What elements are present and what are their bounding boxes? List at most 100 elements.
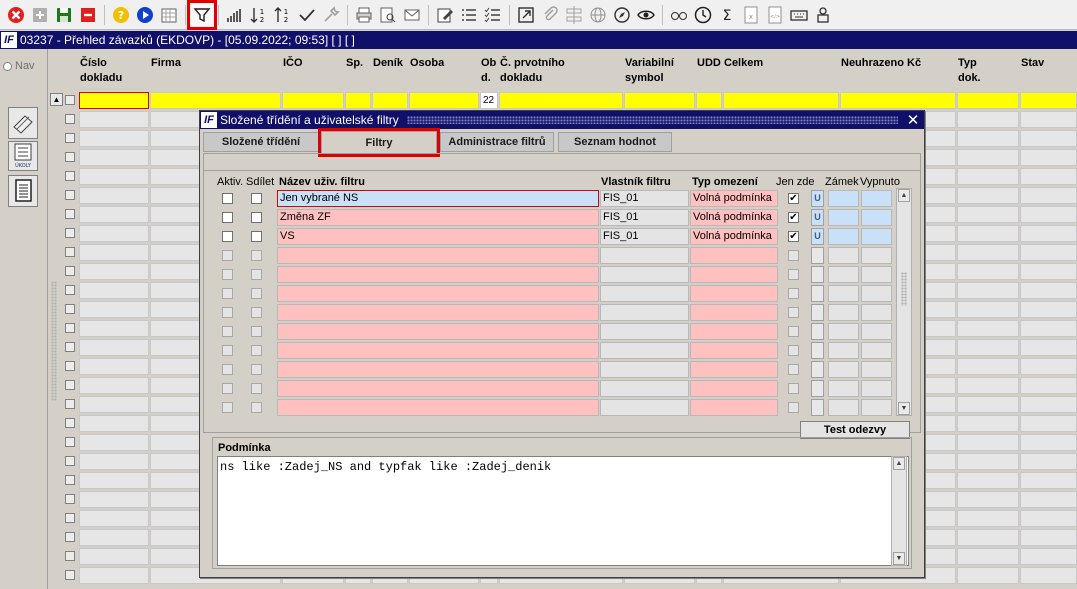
filter-type-field[interactable]	[690, 304, 778, 321]
column-header-cprvot[interactable]: Č. prvotního dokladu	[500, 56, 565, 86]
clock-button[interactable]	[692, 4, 714, 26]
aktiv-checkbox[interactable]	[222, 269, 233, 280]
row-checkbox[interactable]	[65, 456, 75, 466]
user-button[interactable]	[812, 4, 834, 26]
excel-button[interactable]: x	[740, 4, 762, 26]
column-header-stav[interactable]: Stav	[1021, 56, 1044, 71]
list-button[interactable]	[458, 4, 480, 26]
zamek-u-button[interactable]	[811, 247, 824, 264]
row-checkbox[interactable]	[65, 285, 75, 295]
filter-owner-field[interactable]	[600, 342, 689, 359]
row-checkbox[interactable]	[65, 209, 75, 219]
row-checkbox[interactable]	[65, 152, 75, 162]
row-checkbox[interactable]	[65, 171, 75, 181]
tab-administrace-filtru[interactable]: Administrace filtrů	[440, 132, 554, 152]
grid-cell-typdok[interactable]	[957, 225, 1019, 242]
sdilet-checkbox[interactable]	[251, 288, 262, 299]
vypnuto-field[interactable]	[861, 380, 892, 397]
column-header-typdok[interactable]: Typ dok.	[958, 56, 981, 86]
grid-cell-stav[interactable]	[1020, 491, 1077, 508]
grid-cell-typdok[interactable]	[957, 187, 1019, 204]
filter-owner-field[interactable]	[600, 323, 689, 340]
filter-owner-field[interactable]	[600, 266, 689, 283]
report-button[interactable]	[8, 175, 38, 207]
ukoly-button[interactable]: ÚKOLY	[8, 141, 38, 171]
grid-cell-typdok[interactable]	[957, 206, 1019, 223]
grid-cell-cislo[interactable]	[79, 453, 149, 470]
filter-type-field[interactable]	[690, 380, 778, 397]
grid-cell-cislo[interactable]	[79, 510, 149, 527]
close-button[interactable]	[5, 4, 27, 26]
zamek-u-button[interactable]	[811, 266, 824, 283]
row-checkbox[interactable]	[65, 247, 75, 257]
grid-cell-stav[interactable]	[1020, 168, 1077, 185]
grid-cell-vs[interactable]	[624, 92, 695, 109]
row-checkbox[interactable]	[65, 133, 75, 143]
row-checkbox[interactable]	[65, 513, 75, 523]
jen-zde-checkbox[interactable]	[788, 383, 799, 394]
mail-button[interactable]	[401, 4, 423, 26]
zamek-field[interactable]	[828, 285, 859, 302]
grid-cell-stav[interactable]	[1020, 187, 1077, 204]
sdilet-checkbox[interactable]	[251, 364, 262, 375]
column-header-osoba[interactable]: Osoba	[410, 56, 444, 71]
vypnuto-field[interactable]	[861, 399, 892, 416]
filter-type-field[interactable]	[690, 361, 778, 378]
grid-cell-cislo[interactable]	[79, 206, 149, 223]
column-header-celkem[interactable]: Celkem	[724, 56, 763, 71]
row-checkbox[interactable]	[65, 304, 75, 314]
grid-cell-stav[interactable]	[1020, 415, 1077, 432]
sdilet-checkbox[interactable]	[251, 402, 262, 413]
row-checkbox[interactable]	[65, 532, 75, 542]
grid-cell-stav[interactable]	[1020, 263, 1077, 280]
jen-zde-checkbox[interactable]	[788, 364, 799, 375]
filter-owner-field[interactable]: FIS_01	[600, 209, 689, 226]
vypnuto-field[interactable]	[861, 361, 892, 378]
grid-cell-typdok[interactable]	[957, 548, 1019, 565]
drag-handle[interactable]	[406, 116, 898, 124]
filter-owner-field[interactable]: FIS_01	[600, 228, 689, 245]
xml-button[interactable]: </>	[764, 4, 786, 26]
filter-button[interactable]	[187, 0, 217, 30]
grid-cell-cislo[interactable]	[79, 149, 149, 166]
grid-cell-stav[interactable]	[1020, 567, 1077, 584]
jen-zde-checkbox[interactable]	[788, 345, 799, 356]
filter-type-field[interactable]	[690, 342, 778, 359]
filter-owner-field[interactable]	[600, 380, 689, 397]
grid-cell-typdok[interactable]	[957, 301, 1019, 318]
filter-owner-field[interactable]: FIS_01	[600, 190, 689, 207]
sdilet-checkbox[interactable]	[251, 250, 262, 261]
row-checkbox[interactable]	[65, 361, 75, 371]
zamek-u-button[interactable]	[811, 361, 824, 378]
grid-cell-stav[interactable]	[1020, 377, 1077, 394]
grid-cell-firma[interactable]	[150, 92, 281, 109]
sdilet-checkbox[interactable]	[251, 212, 262, 223]
sdilet-checkbox[interactable]	[251, 326, 262, 337]
grid-cell-stav[interactable]	[1020, 510, 1077, 527]
grid-cell-cislo[interactable]	[79, 187, 149, 204]
aktiv-checkbox[interactable]	[222, 326, 233, 337]
close-icon[interactable]: ✕	[906, 111, 920, 129]
column-header-udd[interactable]: UDD	[697, 56, 721, 71]
grid-cell-cislo[interactable]	[79, 130, 149, 147]
row-checkbox[interactable]	[65, 228, 75, 238]
grid-cell-denik[interactable]	[372, 92, 408, 109]
grid-cell-ico[interactable]	[282, 92, 344, 109]
zamek-u-button[interactable]: U	[811, 190, 824, 207]
filter-type-field[interactable]	[690, 285, 778, 302]
zamek-u-button[interactable]	[811, 342, 824, 359]
grid-cell-udd[interactable]	[696, 92, 722, 109]
column-header-neuhr[interactable]: Neuhrazeno Kč	[841, 56, 921, 71]
zamek-u-button[interactable]	[811, 304, 824, 321]
filter-name-field[interactable]	[277, 380, 599, 397]
zamek-field[interactable]	[828, 304, 859, 321]
zamek-field[interactable]	[828, 342, 859, 359]
grid-cell-typdok[interactable]	[957, 529, 1019, 546]
grid-cell-stav[interactable]	[1020, 282, 1077, 299]
filter-type-field[interactable]: Volná podmínka	[690, 209, 778, 226]
grid-cell-stav[interactable]	[1020, 396, 1077, 413]
delete-button[interactable]	[77, 4, 99, 26]
checklist-button[interactable]	[482, 4, 504, 26]
grid-cell-cislo[interactable]	[79, 358, 149, 375]
zamek-field[interactable]	[828, 361, 859, 378]
